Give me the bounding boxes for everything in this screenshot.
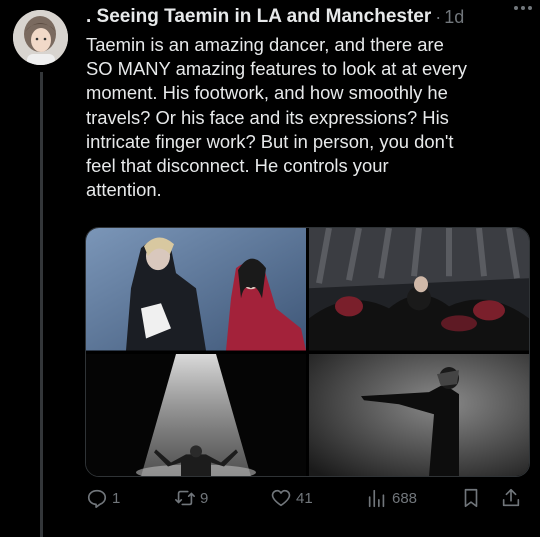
bookmark-button[interactable] [460, 484, 482, 512]
views-count: 688 [392, 489, 418, 507]
timestamp[interactable]: 1d [444, 7, 464, 28]
tweet-text-line: travels? Or his face and its expressions… [86, 106, 449, 128]
tweet-text-line: intricate finger work? But in person, yo… [86, 130, 454, 152]
views-button[interactable]: 688 [366, 484, 417, 512]
reply-count: 1 [112, 489, 121, 507]
author-name[interactable]: . Seeing Taemin in LA and Manchester [86, 6, 431, 28]
tweet-text: Taemin is an amazing dancer, and there a… [86, 33, 526, 202]
media-photo-3[interactable] [86, 353, 306, 476]
like-count: 41 [296, 489, 313, 507]
media-photo-4[interactable] [309, 353, 529, 476]
repost-button[interactable]: 9 [174, 484, 208, 512]
avatar[interactable] [13, 10, 68, 65]
reply-icon [87, 489, 107, 508]
repost-count: 9 [200, 489, 209, 507]
repost-icon [175, 490, 195, 506]
heart-icon [271, 489, 291, 507]
thread-line [40, 72, 43, 537]
tweet-text-line: SO MANY amazing features to look at at e… [86, 58, 467, 80]
tweet-header: . Seeing Taemin in LA and Manchester · 1… [86, 4, 532, 30]
reply-button[interactable]: 1 [86, 484, 120, 512]
share-icon [502, 488, 520, 507]
bookmark-icon [464, 488, 478, 508]
separator-dot: · [435, 6, 442, 27]
media-grid [85, 227, 530, 477]
media-photo-1[interactable] [86, 228, 306, 351]
views-icon [368, 489, 385, 508]
like-button[interactable]: 41 [270, 484, 313, 512]
tweet-actions: 1 9 41 688 [86, 484, 530, 514]
tweet-text-line: moment. His footwork, and how smoothly h… [86, 82, 448, 104]
tweet-text-line: Taemin is an amazing dancer, and there a… [86, 34, 444, 55]
media-photo-2[interactable] [309, 228, 529, 351]
share-button[interactable] [500, 484, 522, 512]
tweet-text-line: attention. [86, 179, 162, 201]
more-icon[interactable] [514, 6, 532, 10]
tweet-text-line: feel that disconnect. He controls your [86, 155, 389, 177]
